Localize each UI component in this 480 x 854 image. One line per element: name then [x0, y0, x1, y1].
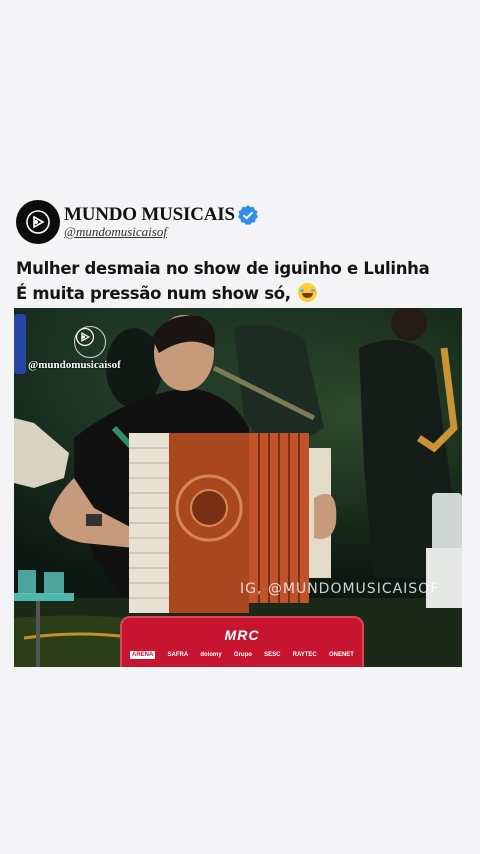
channel-avatar[interactable] — [16, 200, 60, 244]
cup-left — [18, 570, 36, 594]
overlay-logo-icon — [74, 326, 106, 358]
drink-cooler — [426, 548, 462, 608]
sponsor-logo: ONENET — [328, 652, 354, 658]
caption-line-1: Mulher desmaia no show de iguinho e Luli… — [16, 259, 430, 278]
overlay-handle: @mundomusicaisof — [28, 359, 121, 371]
video-frame[interactable]: @mundomusicaisof IG, @MUNDOMUSICAISOF MR… — [14, 308, 462, 667]
post-header: MUNDO MUSICAIS @mundomusicaisof — [16, 200, 259, 244]
sponsor-logo: SESC — [264, 652, 281, 658]
display-name[interactable]: MUNDO MUSICAIS — [64, 204, 235, 226]
performer-left-hand — [314, 493, 337, 539]
laughing-emoji-icon — [298, 283, 318, 302]
water-bottle — [432, 493, 462, 553]
sponsor-logo: SAFRA — [167, 652, 189, 658]
music-logo-icon — [26, 210, 50, 234]
sponsor-logo: RAYTEC — [292, 652, 317, 658]
guitar-body — [14, 418, 69, 488]
sign-left — [14, 314, 26, 374]
banner-logo: MRC — [224, 627, 260, 643]
account-handle[interactable]: @mundomusicaisof — [64, 224, 259, 240]
wristwatch — [86, 514, 102, 526]
sponsor-logo: Grupo — [233, 652, 252, 658]
sponsor-banner: MRC ARENA SAFRA dolomy Grupo SESC RAYTEC… — [120, 616, 364, 667]
verified-badge-icon — [237, 204, 259, 226]
cup-right — [44, 572, 64, 594]
account-names: MUNDO MUSICAIS @mundomusicaisof — [64, 204, 259, 240]
sponsor-list: ARENA SAFRA dolomy Grupo SESC RAYTEC ONE… — [130, 651, 354, 659]
video-watermark: IG, @MUNDOMUSICAISOF — [240, 581, 440, 597]
table-leg — [36, 601, 40, 667]
table-top — [14, 593, 74, 601]
sax-player-head — [391, 308, 427, 341]
post-caption: Mulher desmaia no show de iguinho e Luli… — [16, 256, 466, 306]
caption-line-2-text: É muita pressão num show só, — [16, 284, 291, 303]
sponsor-logo: ARENA — [130, 651, 156, 659]
caption-line-2: É muita pressão num show só, — [16, 281, 466, 306]
sponsor-logo: dolomy — [200, 652, 222, 658]
